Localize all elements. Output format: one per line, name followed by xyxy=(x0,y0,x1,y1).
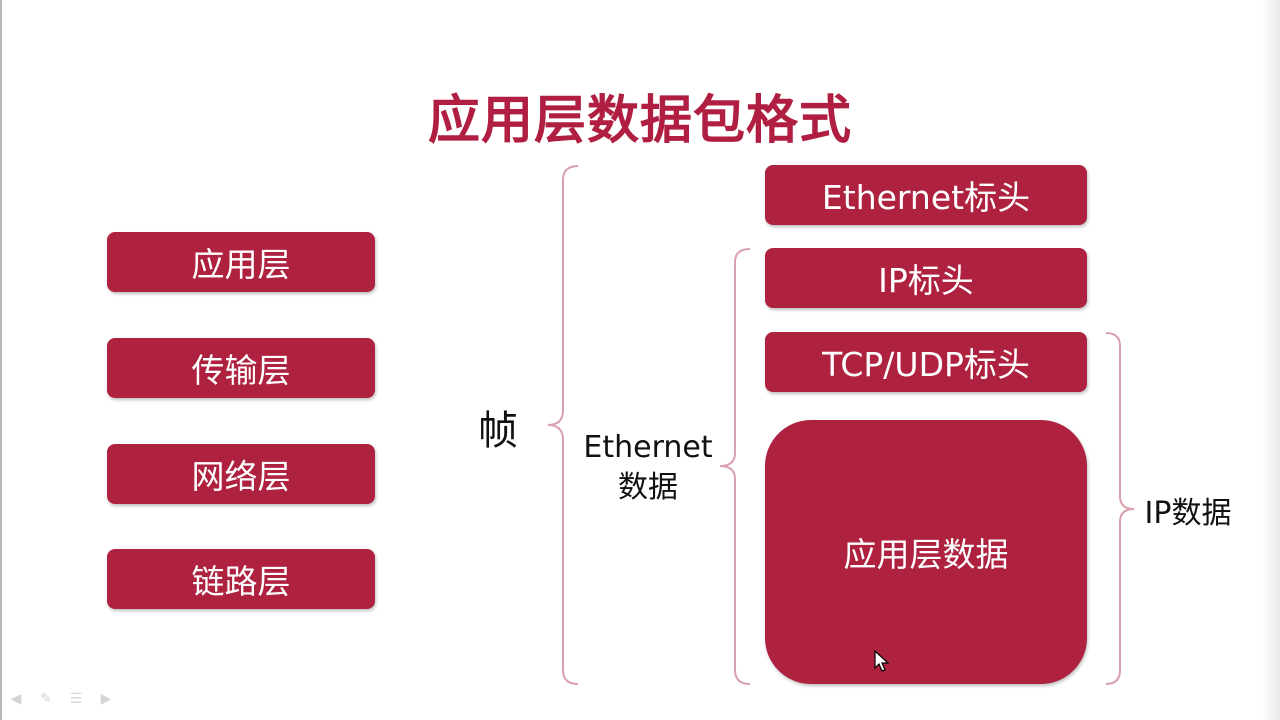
mouse-cursor-icon xyxy=(874,650,890,672)
frame-label: 帧 xyxy=(478,408,518,454)
ethernet-header-box: Ethernet标头 xyxy=(765,165,1087,225)
tcp-udp-header-box: TCP/UDP标头 xyxy=(765,332,1087,392)
ethernet-data-brace xyxy=(719,248,751,685)
application-data-box: 应用层数据 xyxy=(765,420,1087,684)
ethernet-data-label-line2: 数据 xyxy=(618,470,678,505)
braces xyxy=(547,165,1135,685)
ip-data-brace xyxy=(1105,332,1135,685)
ip-header-box: IP标头 xyxy=(765,248,1087,308)
presentation-toolbar: ◀ ✎ ☰ ▶ xyxy=(6,690,116,710)
pen-icon[interactable]: ✎ xyxy=(36,690,56,708)
ethernet-data-label-line1: Ethernet xyxy=(583,430,713,465)
frame-brace xyxy=(547,165,579,685)
menu-icon[interactable]: ☰ xyxy=(66,690,86,708)
ethernet-data-label: Ethernet 数据 xyxy=(578,428,718,508)
arrow-right-icon[interactable]: ▶ xyxy=(96,690,116,708)
ip-data-label: IP数据 xyxy=(1144,496,1232,531)
arrow-left-icon[interactable]: ◀ xyxy=(6,690,26,708)
slide: 应用层数据包格式 应用层 传输层 网络层 链路层 帧 Ethernet 数据 I… xyxy=(0,0,1280,720)
